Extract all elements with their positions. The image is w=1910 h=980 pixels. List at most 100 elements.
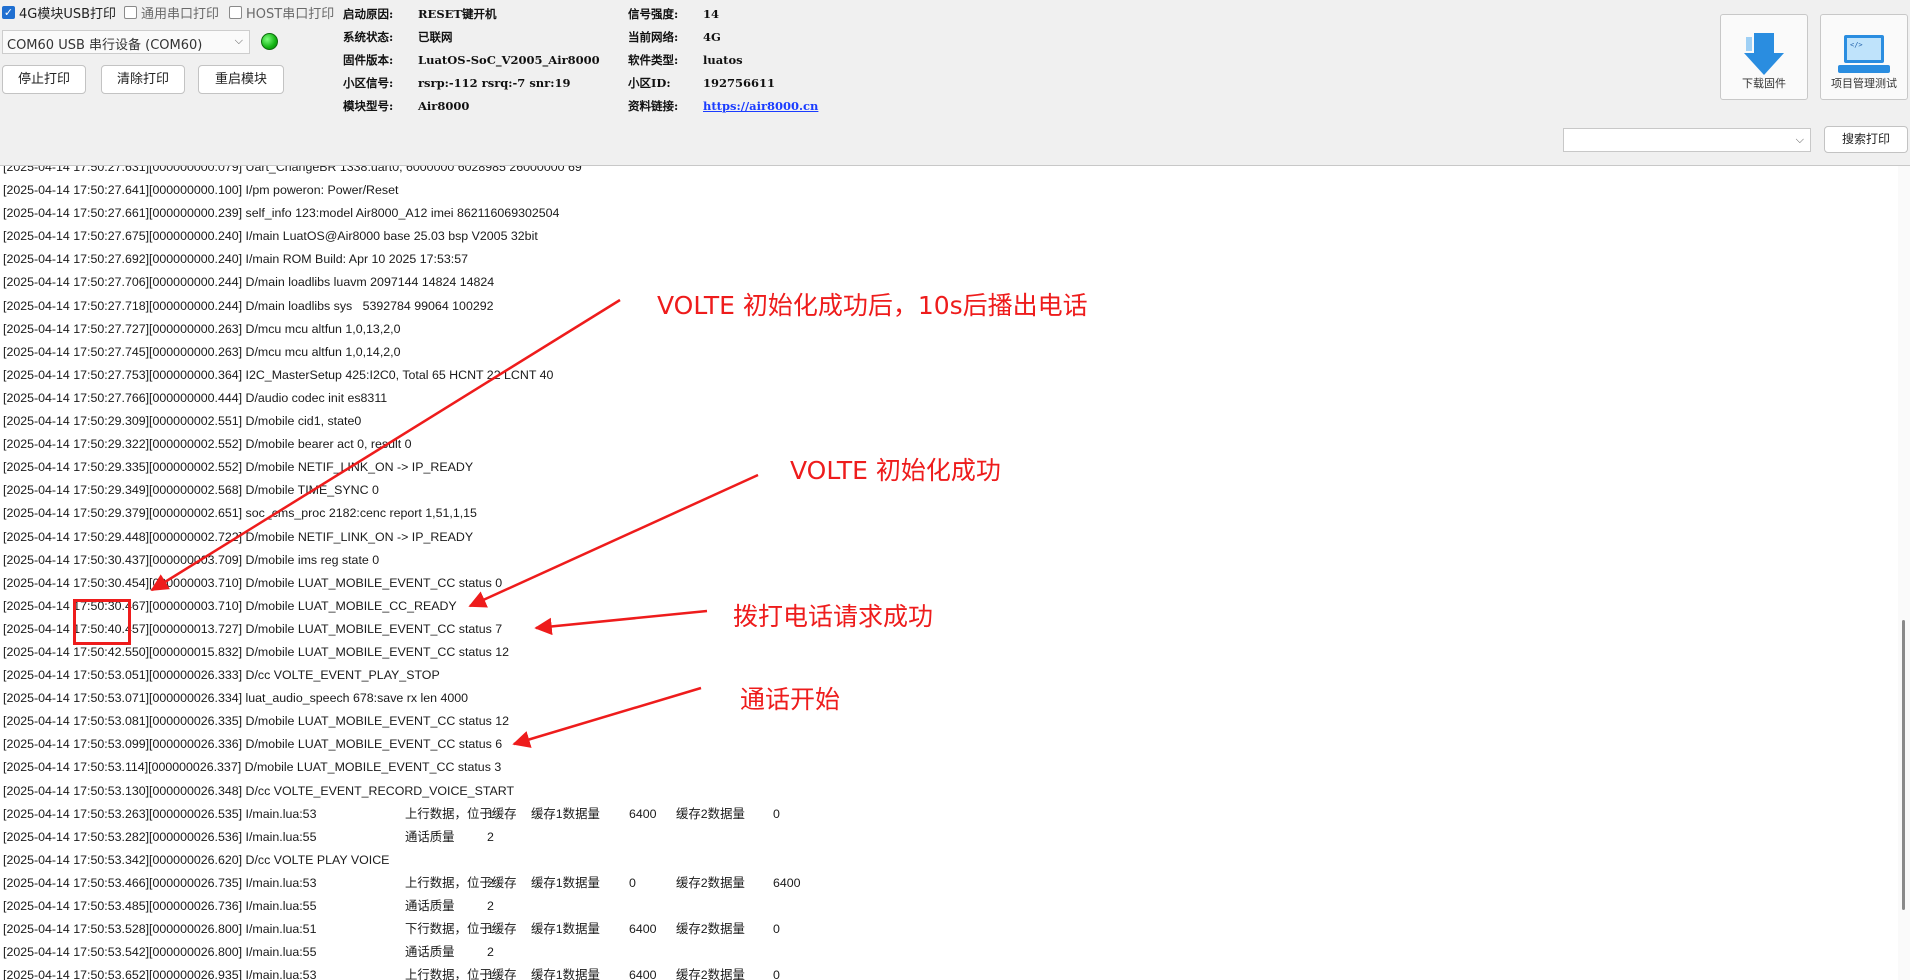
log-cell: 2 bbox=[487, 829, 494, 844]
timestamp-highlight-box bbox=[73, 599, 131, 645]
info-doc-link: 资料链接: https://air8000.cn bbox=[628, 98, 818, 114]
download-arrow-icon bbox=[1744, 33, 1784, 75]
log-cell: 0 bbox=[773, 806, 780, 821]
log-line: [2025-04-14 17:50:53.263][000000026.535]… bbox=[3, 803, 1883, 826]
stop-print-button[interactable]: 停止打印 bbox=[2, 65, 86, 94]
log-cell: [2025-04-14 17:50:53.466][000000026.735]… bbox=[3, 875, 317, 890]
info-label: 小区ID: bbox=[628, 76, 671, 90]
log-line: [2025-04-14 17:50:53.114][000000026.337]… bbox=[3, 760, 502, 775]
log-line: [2025-04-14 17:50:29.448][000000002.722]… bbox=[3, 529, 474, 544]
doc-link[interactable]: https://air8000.cn bbox=[703, 99, 818, 113]
download-firmware-button[interactable]: 下载固件 bbox=[1720, 14, 1808, 100]
info-cell-signal: 小区信号: rsrp:-112 rsrq:-7 snr:19 bbox=[343, 75, 570, 91]
annotation-note: VOLTE 初始化成功 bbox=[790, 456, 1001, 485]
checkbox-4g-usb-print[interactable]: ✓ 4G模块USB打印 bbox=[2, 3, 116, 22]
log-cell: 1 bbox=[487, 922, 494, 937]
check-icon: ✓ bbox=[2, 6, 15, 19]
info-value: 14 bbox=[703, 7, 720, 21]
port-select[interactable]: COM60 USB 串行设备 (COM60) ⌵ bbox=[2, 30, 250, 54]
log-cell: 2 bbox=[487, 945, 494, 960]
log-cell: 下行数据，位于缓存 bbox=[405, 922, 517, 937]
log-cell: 缓存1数据量 bbox=[531, 806, 600, 821]
log-line: [2025-04-14 17:50:53.051][000000026.333]… bbox=[3, 668, 440, 683]
log-cell: 缓存2数据量 bbox=[676, 922, 745, 937]
log-cell: 缓存2数据量 bbox=[676, 806, 745, 821]
search-select[interactable]: ⌵ bbox=[1563, 128, 1811, 152]
checkbox-empty-icon bbox=[229, 6, 242, 19]
info-value: Air8000 bbox=[418, 99, 470, 113]
log-line: [2025-04-14 17:50:53.099][000000026.336]… bbox=[3, 737, 503, 752]
log-line: [2025-04-14 17:50:53.282][000000026.536]… bbox=[3, 826, 1883, 849]
annotation-note: 通话开始 bbox=[740, 685, 841, 714]
info-label: 启动原因: bbox=[343, 7, 394, 21]
checkbox-uart-print[interactable]: 通用串口打印 bbox=[124, 3, 219, 22]
log-cell: 缓存2数据量 bbox=[676, 875, 745, 890]
info-label: 小区信号: bbox=[343, 76, 394, 90]
log-cell: 缓存1数据量 bbox=[531, 968, 600, 980]
connection-status-led bbox=[261, 33, 278, 50]
log-cell: 6400 bbox=[773, 875, 801, 890]
log-line: [2025-04-14 17:50:53.342][000000026.620]… bbox=[3, 852, 390, 867]
log-line: [2025-04-14 17:50:53.466][000000026.735]… bbox=[3, 872, 1883, 895]
info-boot-reason: 启动原因: RESET键开机 bbox=[343, 6, 496, 22]
log-line: [2025-04-14 17:50:27.753][000000000.364]… bbox=[3, 367, 554, 382]
log-scrollbar[interactable] bbox=[1898, 166, 1910, 980]
log-cell: 6400 bbox=[629, 968, 657, 980]
log-cell: 0 bbox=[773, 922, 780, 937]
log-cell: 缓存2数据量 bbox=[676, 968, 745, 980]
info-value: luatos bbox=[703, 53, 743, 67]
info-label: 软件类型: bbox=[628, 53, 679, 67]
info-label: 模块型号: bbox=[343, 99, 394, 113]
info-value: 4G bbox=[703, 30, 721, 44]
log-line: [2025-04-14 17:50:53.652][000000026.935]… bbox=[3, 964, 1883, 980]
log-line: [2025-04-14 17:50:53.528][000000026.800]… bbox=[3, 918, 1883, 941]
info-value: RESET键开机 bbox=[418, 7, 497, 21]
info-system-status: 系统状态: 已联网 bbox=[343, 29, 453, 45]
info-value: 192756611 bbox=[703, 76, 776, 90]
log-line: [2025-04-14 17:50:42.550][000000015.832]… bbox=[3, 644, 510, 659]
info-label: 资料链接: bbox=[628, 99, 679, 113]
port-value: COM60 USB 串行设备 (COM60) bbox=[7, 38, 203, 53]
svg-text:</>: </> bbox=[1850, 41, 1863, 49]
clear-print-button[interactable]: 清除打印 bbox=[101, 65, 185, 94]
log-line: [2025-04-14 17:50:30.467][000000003.710]… bbox=[3, 598, 457, 613]
log-cell: [2025-04-14 17:50:53.528][000000026.800]… bbox=[3, 922, 317, 937]
annotation-note: VOLTE 初始化成功后，10s后播出电话 bbox=[657, 291, 1088, 320]
log-cell: 6400 bbox=[629, 806, 657, 821]
log-line: [2025-04-14 17:50:30.437][000000003.709]… bbox=[3, 552, 380, 567]
info-value: 已联网 bbox=[418, 30, 453, 44]
checkbox-host-uart-print[interactable]: HOST串口打印 bbox=[229, 3, 334, 22]
log-line: [2025-04-14 17:50:53.485][000000026.736]… bbox=[3, 895, 1883, 918]
log-line: [2025-04-14 17:50:53.130][000000026.348]… bbox=[3, 783, 515, 798]
log-cell: 通话质量 bbox=[405, 829, 455, 844]
checkbox-label: 通用串口打印 bbox=[141, 7, 220, 22]
log-line: [2025-04-14 17:50:29.379][000000002.651]… bbox=[3, 506, 477, 521]
log-line: [2025-04-14 17:50:53.081][000000026.335]… bbox=[3, 714, 510, 729]
log-cell: 通话质量 bbox=[405, 899, 455, 913]
log-cell: [2025-04-14 17:50:53.485][000000026.736]… bbox=[3, 899, 317, 913]
log-cell: [2025-04-14 17:50:53.282][000000026.536]… bbox=[3, 829, 317, 844]
restart-module-button[interactable]: 重启模块 bbox=[198, 65, 284, 94]
log-line: [2025-04-14 17:50:27.766][000000000.444]… bbox=[3, 390, 388, 405]
log-cell: [2025-04-14 17:50:53.652][000000026.935]… bbox=[3, 968, 317, 980]
log-cell: [2025-04-14 17:50:53.542][000000026.800]… bbox=[3, 945, 317, 960]
search-print-button[interactable]: 搜索打印 bbox=[1824, 126, 1908, 153]
log-cell: 2 bbox=[487, 875, 494, 890]
info-label: 当前网络: bbox=[628, 30, 679, 44]
annotation-note: 拨打电话请求成功 bbox=[733, 602, 934, 631]
log-cell: 2 bbox=[487, 899, 494, 913]
log-line: [2025-04-14 17:50:27.641][000000000.100]… bbox=[3, 183, 399, 198]
log-line: [2025-04-14 17:50:27.745][000000000.263]… bbox=[3, 344, 401, 359]
project-manage-test-button[interactable]: </> 项目管理测试 bbox=[1820, 14, 1908, 100]
log-line: [2025-04-14 17:50:27.692][000000000.240]… bbox=[3, 252, 468, 267]
log-cell: [2025-04-14 17:50:53.263][000000026.535]… bbox=[3, 806, 317, 821]
log-line: [2025-04-14 17:50:27.675][000000000.240]… bbox=[3, 229, 538, 244]
download-firmware-label: 下载固件 bbox=[1742, 77, 1786, 90]
log-cell: 上行数据，位于缓存 bbox=[405, 968, 517, 980]
log-cell: 上行数据，位于缓存 bbox=[405, 875, 517, 890]
chevron-down-icon: ⌵ bbox=[1795, 133, 1804, 146]
scroll-thumb[interactable] bbox=[1902, 620, 1905, 910]
info-current-network: 当前网络: 4G bbox=[628, 29, 721, 45]
log-cell: 1 bbox=[487, 806, 494, 821]
control-panel: ✓ 4G模块USB打印 通用串口打印 HOST串口打印 COM60 USB 串行… bbox=[0, 0, 1910, 166]
